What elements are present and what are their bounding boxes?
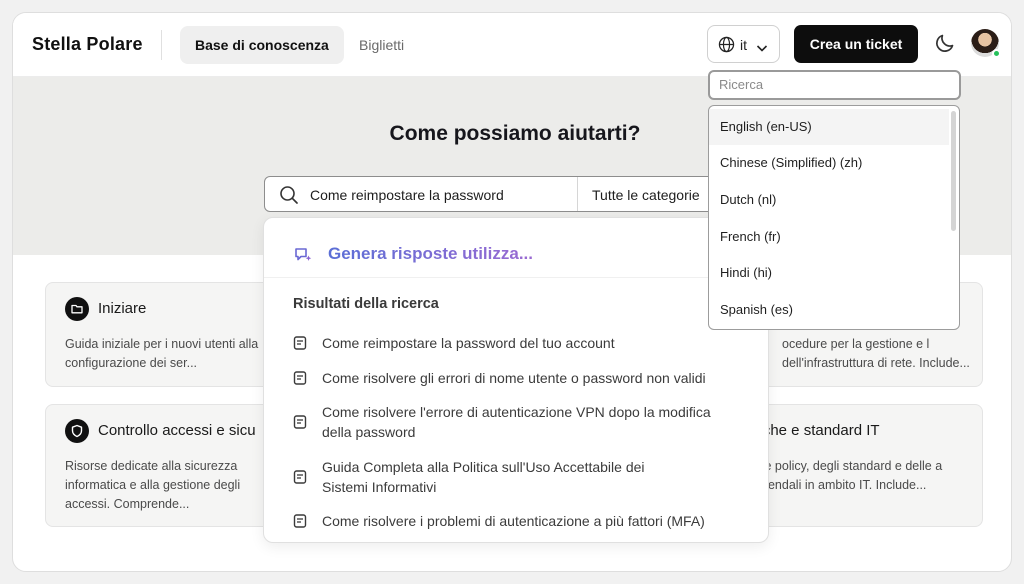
brand-logo[interactable]: Stella Polare	[32, 34, 143, 55]
document-icon	[292, 370, 308, 391]
ai-sparkle-icon	[292, 244, 314, 271]
moon-icon[interactable]	[933, 31, 957, 60]
card-description: ocedure per la gestione e l dell'infrast…	[782, 337, 970, 370]
user-avatar[interactable]	[971, 29, 1001, 58]
card-title: Iniziare	[98, 300, 147, 317]
category-select[interactable]: Tutte le categorie	[592, 187, 700, 203]
result-title: Come reimpostare la password del tuo acc…	[322, 335, 615, 351]
language-option[interactable]: Spanish (es)	[709, 292, 949, 328]
language-option[interactable]: French (fr)	[709, 219, 949, 255]
result-title: Come risolvere l'errore di autenticazion…	[322, 404, 711, 440]
language-option[interactable]: Dutch (nl)	[709, 182, 949, 218]
search-input[interactable]: Come reimpostare la password	[310, 187, 504, 203]
card-description: elle policy, degli standard e delle a az…	[752, 459, 943, 492]
header-divider	[161, 30, 162, 60]
search-bar[interactable]: Come reimpostare la password Tutte le ca…	[264, 176, 726, 212]
card-title: Controllo accessi e sicu	[98, 422, 256, 439]
create-ticket-button[interactable]: Crea un ticket	[794, 25, 918, 63]
scrollbar-thumb[interactable]	[951, 111, 956, 231]
language-options-list: English (en-US) Chinese (Simplified) (zh…	[708, 105, 960, 330]
folder-icon	[65, 297, 89, 321]
search-divider	[577, 177, 578, 211]
shield-icon	[65, 419, 89, 443]
language-search-field[interactable]	[708, 70, 961, 100]
card-description: Guida iniziale per i nuovi utenti alla c…	[65, 337, 259, 370]
ai-answer-row[interactable]: Genera risposte utilizza...	[264, 218, 768, 278]
language-search-input[interactable]	[719, 77, 949, 92]
document-icon	[292, 335, 308, 356]
document-icon	[292, 513, 308, 534]
document-icon	[292, 414, 308, 435]
card-description: Risorse dedicate alla sicurezza informat…	[65, 459, 241, 511]
online-status-dot	[992, 49, 1001, 58]
result-title: Come risolvere i problemi di autenticazi…	[322, 513, 705, 529]
results-heading: Risultati della ricerca	[293, 296, 439, 312]
tab-tickets[interactable]: Biglietti	[344, 26, 419, 64]
chevron-down-icon	[756, 40, 768, 58]
language-selector-button[interactable]: it	[707, 25, 780, 63]
globe-icon	[718, 36, 735, 58]
result-title: Come risolvere gli errori di nome utente…	[322, 370, 706, 386]
app-window: Stella Polare Base di conoscenza Bigliet…	[12, 12, 1012, 572]
tab-knowledge-base[interactable]: Base di conoscenza	[180, 26, 344, 64]
document-icon	[292, 469, 308, 490]
language-option[interactable]: Chinese (Simplified) (zh)	[709, 145, 949, 181]
language-code: it	[740, 37, 747, 53]
search-results-dropdown: Genera risposte utilizza... Risultati de…	[263, 217, 769, 543]
search-icon	[279, 185, 299, 210]
language-option[interactable]: Hindi (hi)	[709, 255, 949, 291]
result-title: Guida Completa alla Politica sull'Uso Ac…	[322, 459, 645, 495]
card-title: itiche e standard IT	[752, 422, 880, 439]
ai-answer-label: Genera risposte utilizza...	[328, 244, 534, 263]
language-option[interactable]: English (en-US)	[709, 109, 949, 145]
top-header: Stella Polare Base di conoscenza Bigliet…	[13, 13, 1011, 77]
